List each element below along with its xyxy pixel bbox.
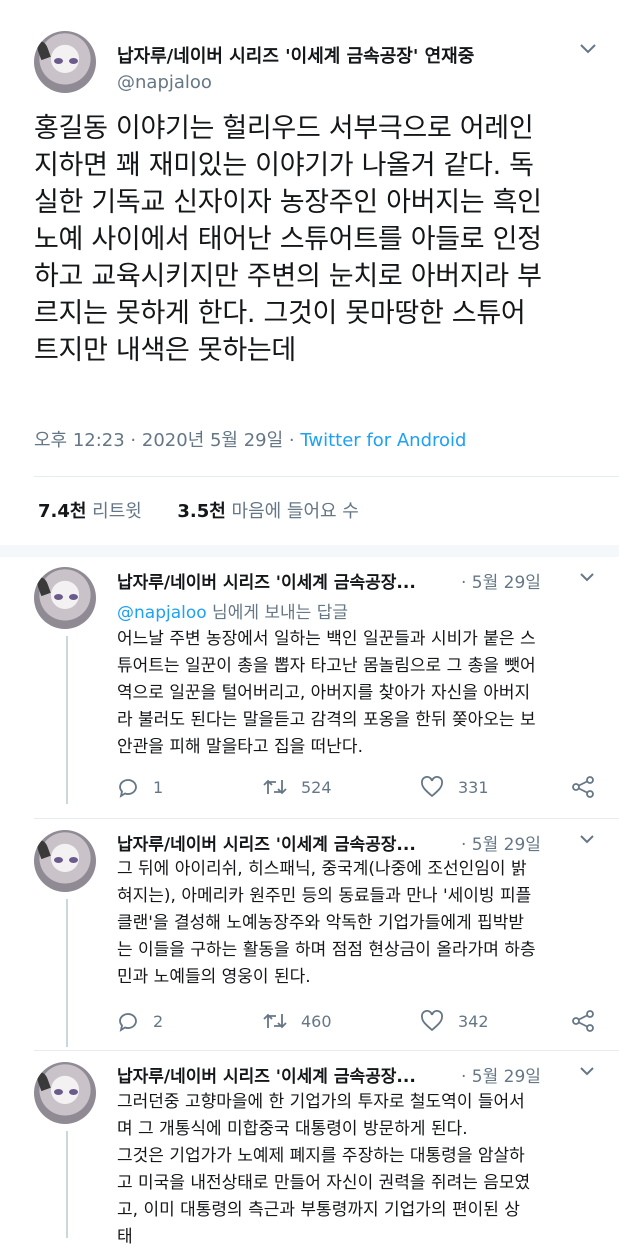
reply-text: 그 뒤에 아이리쉬, 히스패닉, 중국계(나중에 조선인임이 밝 혀지는), 아… bbox=[117, 856, 602, 991]
retweet-icon bbox=[263, 1013, 287, 1029]
tweet-text-line: 하고 교육시키지만 주변의 눈치로 아버지라 부 bbox=[34, 261, 542, 292]
retweet-icon bbox=[263, 779, 287, 795]
reply-text-line: 튜어트는 일꾼이 총을 뽑자 타고난 몸놀림으로 그 총을 뺏어 bbox=[117, 656, 536, 676]
reply-text-line: 그것은 기업가가 노예제 폐지를 주장하는 대통령을 암살하 bbox=[117, 1146, 525, 1166]
avatar[interactable] bbox=[34, 31, 96, 93]
reply-count: 1 bbox=[153, 777, 164, 797]
share-icon bbox=[572, 1010, 594, 1032]
avatar-eye-right bbox=[69, 58, 78, 64]
reply-text-line: 고, 이미 대통령의 측근과 부통령까지 기업가의 편이된 상 bbox=[117, 1200, 520, 1220]
retweet-stat[interactable]: 7.4천 리트윗 bbox=[38, 501, 142, 522]
reply-text-line: 며 그 개통식에 미합중국 대통령이 방문하게 된다. bbox=[117, 1119, 468, 1139]
tweet-stats: 7.4천 리트윗 3.5천 마음에 들어요 수 bbox=[38, 497, 359, 523]
reply-text-line: 그 뒤에 아이리쉬, 히스패닉, 중국계(나중에 조선인임이 밝 bbox=[117, 859, 527, 879]
retweet-count: 460 bbox=[301, 1011, 332, 1031]
reply-text-line: 는 이들을 구하는 활동을 하며 점점 현상금이 올라가며 하층 bbox=[117, 940, 536, 960]
reply-text-line: 그러던중 고향마을에 한 기업가의 투자로 철도역이 들어서 bbox=[117, 1092, 525, 1112]
divider bbox=[34, 476, 619, 477]
reply-text: 어느날 주변 농장에서 일하는 백인 일꾼들과 시비가 붙은 스 튜어트는 일꾼… bbox=[117, 626, 602, 761]
retweet-button[interactable]: 524 bbox=[263, 774, 332, 800]
avatar[interactable] bbox=[34, 567, 96, 629]
reply-icon bbox=[119, 1013, 137, 1032]
share-button[interactable] bbox=[571, 1008, 609, 1034]
tweet-text: 홍길동 이야기는 헐리우드 서부극으로 어레인 지하면 꽤 재미있는 이야기가 … bbox=[34, 110, 594, 369]
reply-icon bbox=[119, 779, 137, 798]
tweet-source-link[interactable]: Twitter for Android bbox=[300, 430, 466, 451]
tweet-text-line: 실한 기독교 신자이자 농장주인 아버지는 흑인 bbox=[34, 187, 542, 218]
reply-text-line: 고 미국을 내전상태로 만들어 자신이 권력을 쥐려는 음모였 bbox=[117, 1173, 531, 1193]
avatar-eye-left bbox=[54, 1089, 63, 1095]
tweet-actions: 1 524 331 bbox=[117, 774, 597, 800]
like-stat[interactable]: 3.5천 마음에 들어요 수 bbox=[177, 501, 359, 522]
reply-date[interactable]: · 5월 29일 bbox=[461, 830, 541, 855]
share-button[interactable] bbox=[571, 774, 609, 800]
avatar-eye-left bbox=[54, 857, 63, 863]
reply-text-line: 라 불러도 된다는 말을듣고 감격의 포옹을 한뒤 쫒아오는 보 bbox=[117, 710, 536, 730]
avatar-horn bbox=[35, 1070, 51, 1092]
divider bbox=[34, 818, 619, 819]
tweet-text-line: 지하면 꽤 재미있는 이야기가 나올거 같다. 독 bbox=[34, 150, 534, 181]
author-handle[interactable]: @napjaloo bbox=[117, 72, 212, 93]
reply-date[interactable]: · 5월 29일 bbox=[461, 1062, 541, 1087]
chevron-down-icon[interactable] bbox=[580, 573, 602, 589]
like-button[interactable]: 331 bbox=[420, 774, 489, 800]
author-name[interactable]: 납자루/네이버 시리즈 '이세계 금속공장' 연재중 bbox=[117, 42, 474, 68]
reply-count: 2 bbox=[153, 1011, 164, 1031]
avatar[interactable] bbox=[34, 1062, 96, 1124]
like-count: 331 bbox=[458, 777, 489, 797]
reply-date[interactable]: · 5월 29일 bbox=[461, 568, 541, 593]
like-button[interactable]: 342 bbox=[420, 1008, 489, 1034]
reply-button[interactable]: 2 bbox=[117, 1008, 163, 1034]
avatar-horn bbox=[35, 575, 51, 597]
like-icon bbox=[421, 776, 443, 798]
reply-text-line: 혀지는), 아메리카 원주민 등의 동료들과 만나 '세이빙 피플 bbox=[117, 886, 532, 906]
reply-author-name[interactable]: 납자루/네이버 시리즈 '이세계 금속공장... bbox=[117, 1062, 416, 1087]
reply-text-line: 민과 노예들의 영웅이 된다. bbox=[117, 967, 311, 987]
tweet-text-line: 노예 사이에서 태어난 스튜어트를 아들로 인정 bbox=[34, 224, 542, 255]
chevron-down-icon[interactable] bbox=[580, 1067, 602, 1083]
tweet-text-line: 트지만 내색은 못하는데 bbox=[34, 335, 296, 366]
like-count: 342 bbox=[458, 1011, 489, 1031]
chevron-down-icon[interactable] bbox=[580, 835, 602, 851]
avatar[interactable] bbox=[34, 830, 96, 892]
thread-line bbox=[66, 636, 68, 804]
share-icon bbox=[572, 776, 594, 798]
tweet-meta: 오후 12:23 · 2020년 5월 29일 · Twitter for An… bbox=[34, 426, 466, 452]
retweet-count: 524 bbox=[301, 777, 332, 797]
tweet-text-line: 르지는 못하게 한다. 그것이 못마땅한 스튜어 bbox=[34, 298, 526, 329]
divider bbox=[34, 1050, 619, 1051]
avatar-horn bbox=[35, 838, 51, 860]
like-icon bbox=[421, 1010, 443, 1032]
reply-text-line: 어느날 주변 농장에서 일하는 백인 일꾼들과 시비가 붙은 스 bbox=[117, 629, 536, 649]
section-divider bbox=[0, 545, 619, 557]
tweet-actions: 2 460 342 bbox=[117, 1008, 597, 1034]
avatar-eye-right bbox=[69, 594, 78, 600]
avatar-eye-left bbox=[54, 594, 63, 600]
tweet-timestamp[interactable]: 오후 12:23 · 2020년 5월 29일 · bbox=[34, 430, 300, 451]
retweet-button[interactable]: 460 bbox=[263, 1008, 332, 1034]
reply-button[interactable]: 1 bbox=[117, 774, 163, 800]
reply-text: 그러던중 고향마을에 한 기업가의 투자로 철도역이 들어서 며 그 개통식에 … bbox=[117, 1089, 602, 1251]
thread-line bbox=[66, 1131, 68, 1238]
chevron-down-icon[interactable] bbox=[580, 44, 602, 60]
tweet-text-line: 홍길동 이야기는 헐리우드 서부극으로 어레인 bbox=[34, 113, 534, 144]
avatar-eye-right bbox=[69, 857, 78, 863]
thread-line bbox=[66, 899, 68, 1047]
avatar-eye-right bbox=[69, 1089, 78, 1095]
reply-text-line: 클랜'을 결성해 노예농장주와 악독한 기업가들에게 핍박받 bbox=[117, 913, 525, 933]
reply-author-name[interactable]: 납자루/네이버 시리즈 '이세계 금속공장... bbox=[117, 830, 416, 855]
avatar-horn bbox=[35, 39, 51, 61]
avatar-eye-left bbox=[54, 58, 63, 64]
reply-text-line: 역으로 일꾼을 털어버리고, 아버지를 찾아가 자신을 아버지 bbox=[117, 683, 531, 703]
reply-author-name[interactable]: 납자루/네이버 시리즈 '이세계 금속공장... bbox=[117, 568, 416, 593]
reply-text-line: 안관을 피해 말을타고 집을 떠난다. bbox=[117, 737, 363, 757]
reply-to-label: @napjaloo 님에게 보내는 답글 bbox=[117, 603, 348, 623]
reply-to-handle[interactable]: @napjaloo bbox=[117, 603, 207, 623]
